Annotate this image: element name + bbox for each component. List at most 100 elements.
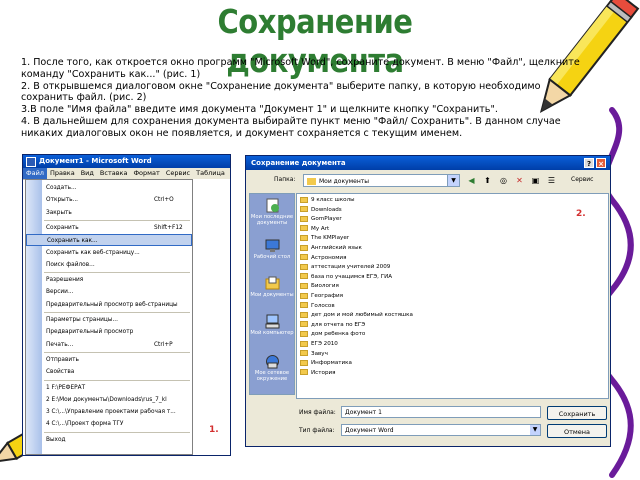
menu-item-icon [30, 341, 38, 349]
close-icon[interactable]: × [596, 158, 606, 168]
file-menu-item[interactable]: Поиск файлов... [26, 259, 192, 271]
file-menu-item[interactable]: Сохранить как... [26, 234, 192, 247]
folder-icon [300, 321, 308, 328]
menu-table[interactable]: Таблица [193, 168, 228, 179]
file-menu-item[interactable]: Параметры страницы... [26, 314, 192, 326]
search-web-icon[interactable]: ◎ [498, 175, 509, 186]
file-list-item[interactable]: География [300, 292, 343, 302]
menu-view[interactable]: Вид [78, 168, 97, 179]
menu-item-label: 4 C:\...\Проект форма ТГУ [46, 421, 124, 428]
new-folder-icon[interactable]: ▣ [530, 175, 541, 186]
menu-item-label: Параметры страницы... [46, 317, 118, 323]
filetype-select[interactable]: Документ Word ▼ [341, 424, 541, 436]
file-menu-item[interactable]: Свойства [26, 366, 192, 378]
file-menu-item[interactable]: Отправить [26, 354, 192, 366]
file-list-item[interactable]: 9 класс школы [300, 196, 355, 206]
menu-item-shortcut: Ctrl+P [154, 341, 173, 348]
menu-item-icon [30, 209, 38, 217]
folder-icon [300, 225, 308, 232]
file-list-item[interactable]: Downloads [300, 206, 342, 216]
file-list-item[interactable]: Завуч [300, 350, 328, 360]
file-list-item-name: Голосов [311, 302, 335, 309]
menu-item-label: Свойства [46, 369, 75, 376]
file-list-item[interactable]: Информатика [300, 359, 352, 369]
file-list-item[interactable]: Биология [300, 282, 339, 292]
file-list-item[interactable]: Астрономия [300, 254, 346, 264]
file-menu-item[interactable]: Версии... [26, 286, 192, 298]
file-menu-item[interactable]: Разрешения [26, 274, 192, 286]
file-list-item-name: для отчета по ЕГЭ [311, 321, 366, 328]
save-dialog-screenshot: Сохранение документа ? × Папка: Мои доку… [245, 155, 611, 447]
file-menu-item[interactable]: Открыть... Ctrl+O [26, 194, 192, 206]
file-list-item[interactable]: ЕГЭ 2010 [300, 340, 338, 350]
folder-icon [300, 369, 308, 376]
menu-item-icon [30, 261, 38, 269]
back-icon[interactable]: ◀ [466, 175, 477, 186]
cancel-button[interactable]: Отмена [547, 424, 607, 438]
place-my-documents[interactable]: Мои документы [250, 274, 294, 312]
file-menu-item[interactable]: Предварительный просмотр [26, 326, 192, 338]
file-list-item[interactable]: История [300, 369, 336, 379]
menu-item-icon [30, 408, 38, 416]
file-list-item[interactable]: Английский язык [300, 244, 362, 254]
network-icon [265, 355, 279, 369]
place-desktop[interactable]: Рабочий стол [250, 236, 294, 274]
file-list-item[interactable]: GomPlayer [300, 215, 342, 225]
views-icon[interactable]: ☰ [546, 175, 557, 186]
menu-tools[interactable]: Сервис [163, 168, 193, 179]
menu-separator [44, 312, 190, 313]
place-recent[interactable]: Мои последние документы [250, 196, 294, 234]
menu-item-icon [30, 316, 38, 324]
instruction-step-4: 4. В дальнейшем для сохранения документа… [21, 115, 561, 139]
save-button[interactable]: Сохранить [547, 406, 607, 420]
menu-item-icon [30, 196, 38, 204]
file-list-item-name: География [311, 293, 343, 299]
chevron-down-icon[interactable]: ▼ [447, 175, 459, 186]
word-window-title: Документ1 - Microsoft Word [39, 157, 152, 165]
file-list-item[interactable]: база по учащимся ЕГЭ, ГИА [300, 273, 392, 283]
file-list-item[interactable]: Голосов [300, 302, 335, 312]
tools-menu[interactable]: Сервис [571, 176, 593, 183]
place-network[interactable]: Мое сетевое окружение [250, 352, 294, 390]
menu-item-label: Сохранить как... [47, 238, 98, 245]
file-menu-item[interactable]: Создать... [26, 182, 192, 194]
menu-item-label: 3 C:\...\Управление проектами рабочая т.… [46, 409, 176, 416]
folder-icon [300, 282, 308, 289]
file-list-item[interactable]: My Art [300, 225, 329, 235]
file-list-item[interactable]: дом ребенка фото [300, 330, 365, 340]
menu-item-label: Сохранить [46, 224, 79, 231]
chevron-down-icon[interactable]: ▼ [530, 425, 540, 435]
file-menu-item[interactable]: Печать... Ctrl+P [26, 339, 192, 351]
folder-value: Мои документы [319, 178, 370, 185]
instructions: 1. После того, как откроется окно програ… [21, 57, 581, 140]
menu-item-label: Предварительный просмотр [46, 329, 134, 336]
file-menu-item[interactable]: 4 C:\...\Проект форма ТГУ [26, 418, 192, 430]
place-my-computer[interactable]: Мой компьютер [250, 312, 294, 350]
menu-file[interactable]: Файл [23, 168, 47, 179]
file-menu-item[interactable]: Закрыть [26, 207, 192, 219]
file-menu-item[interactable]: Предварительный просмотр веб-страницы [26, 299, 192, 311]
desktop-icon [265, 239, 279, 252]
menu-item-label: Версии... [46, 289, 74, 296]
file-menu-item[interactable]: Выход [26, 434, 192, 446]
up-folder-icon[interactable]: ⬆ [482, 175, 493, 186]
delete-icon[interactable]: ✕ [514, 175, 525, 186]
file-list-item[interactable]: аттестация учителей 2009 [300, 263, 390, 273]
menu-edit[interactable]: Правка [47, 168, 78, 179]
file-list-item-name: Биология [311, 283, 339, 290]
folder-icon [300, 196, 308, 203]
menu-insert[interactable]: Вставка [97, 168, 131, 179]
file-menu-item[interactable]: 3 C:\...\Управление проектами рабочая т.… [26, 406, 192, 418]
menu-format[interactable]: Формат [130, 168, 162, 179]
folder-select[interactable]: Мои документы ▼ [303, 174, 460, 187]
file-menu-item[interactable]: 1 F:\РЕФЕРАТ [26, 382, 192, 394]
file-list-item[interactable]: The KMPlayer [300, 234, 349, 244]
file-menu-item[interactable]: 2 E:\Мои документы\Downloads\rus_7_kl [26, 394, 192, 406]
file-list-item-name: The KMPlayer [311, 235, 350, 242]
file-list-item[interactable]: дет дом и мой любимый костяшка [300, 311, 413, 321]
file-list-item[interactable]: для отчета по ЕГЭ [300, 321, 365, 331]
file-menu-item[interactable]: Сохранить Shift+F12 [26, 222, 192, 234]
filename-input[interactable]: Документ 1 [341, 406, 541, 418]
help-icon[interactable]: ? [584, 158, 594, 168]
file-menu-item[interactable]: Сохранить как веб-страницу... [26, 247, 192, 259]
